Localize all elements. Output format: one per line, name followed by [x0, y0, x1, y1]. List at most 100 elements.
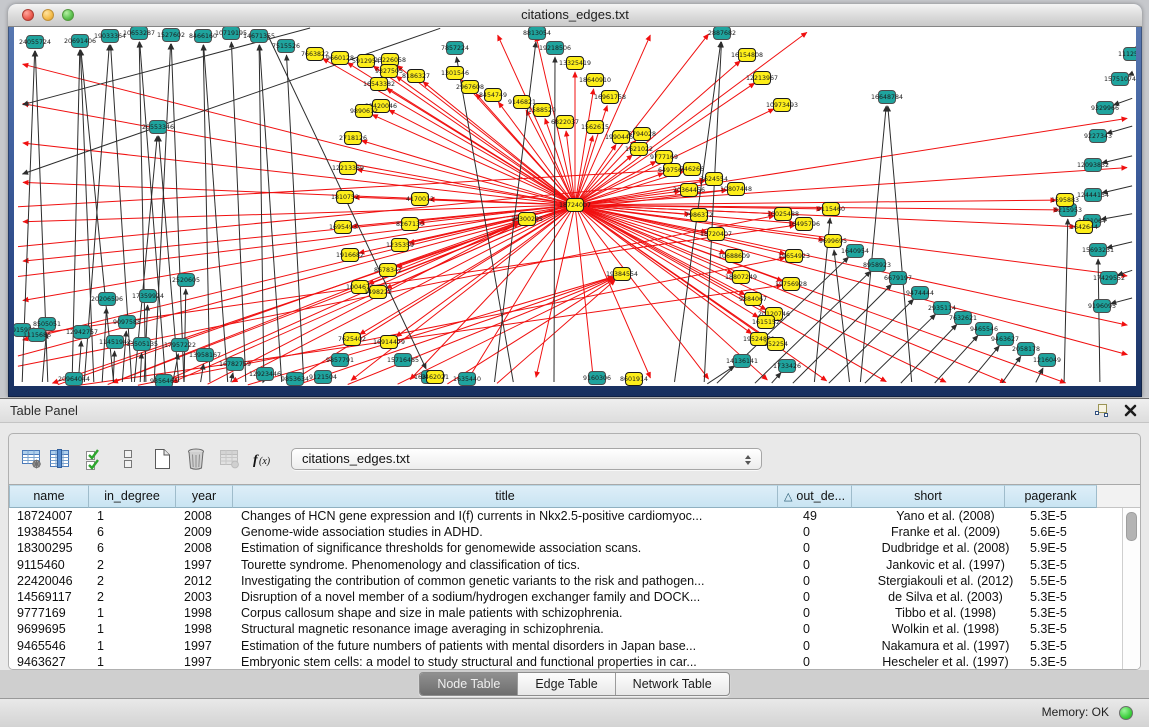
graph-node-label: 19033364	[94, 33, 126, 40]
table-cell: 5.3E-5	[1022, 589, 1114, 605]
graph-node-label: 8454749	[479, 92, 507, 99]
table-cell: Nakamura et al. (1997)	[869, 638, 1022, 654]
graph-edge	[1002, 356, 1021, 382]
graph-node-label: 16495796	[788, 221, 820, 228]
graph-edge	[1064, 219, 1068, 382]
graph-node-label: 9890612	[350, 108, 378, 115]
table-selector-dropdown[interactable]: citations_edges.txt	[291, 448, 762, 470]
table-scrollbar[interactable]	[1122, 508, 1140, 669]
table-row[interactable]: 946362711997Embryonic stem cells: a mode…	[9, 654, 1140, 669]
close-window-icon[interactable]	[22, 9, 34, 21]
table-cell: 49	[795, 508, 869, 524]
table-row[interactable]: 2242004622012Investigating the contribut…	[9, 573, 1140, 589]
graph-node-label: 1810752	[331, 194, 359, 201]
table-cell: Corpus callosum shape and size in male p…	[233, 605, 795, 621]
table-cell: 9115460	[9, 557, 89, 573]
table-cell: 5.9E-5	[1022, 540, 1114, 556]
graph-node-label: 1733426	[773, 363, 801, 370]
table-cell: 5.3E-5	[1022, 638, 1114, 654]
table-cell: Embryonic stem cells: a model to study s…	[233, 654, 795, 669]
table-cell: 1	[89, 654, 176, 669]
table-selector-value: citations_edges.txt	[302, 451, 410, 466]
tab-network-table[interactable]: Network Table	[616, 673, 729, 695]
table-cell: 1	[89, 508, 176, 524]
new-column-icon[interactable]	[149, 446, 175, 472]
graph-node-label: 9097588	[113, 319, 141, 326]
graph-edge	[536, 209, 574, 377]
table-cell: 9463627	[9, 654, 89, 669]
table-row[interactable]: 969969511998Structural magnetic resonanc…	[9, 621, 1140, 637]
graph-node-label: 1916682	[336, 252, 364, 259]
table-cell: 9465546	[9, 638, 89, 654]
graph-node-label: 1635440	[453, 376, 481, 383]
function-builder-icon[interactable]: f (x)	[251, 446, 277, 472]
graph-node-label: 6794028	[628, 131, 656, 138]
graph-node-label: 2718126	[339, 135, 367, 142]
desktop-background: citations_edges.txt 24055724206914061903…	[0, 0, 1149, 397]
table-row[interactable]: 977716911998Corpus callosum shape and si…	[9, 605, 1140, 621]
graph-node-label: 9146821	[508, 99, 536, 106]
column-header-in-degree[interactable]: in_degree	[89, 485, 176, 508]
minimize-window-icon[interactable]	[42, 9, 54, 21]
table-row[interactable]: 1830029562008Estimation of significance …	[9, 540, 1140, 556]
table-cell: 2009	[176, 524, 233, 540]
table-cell: 5.3E-5	[1022, 654, 1114, 669]
graph-node-label: 9777169	[650, 154, 678, 161]
column-header-out-de-[interactable]: △out_de...	[778, 485, 852, 508]
column-header-pagerank[interactable]: pagerank	[1005, 485, 1097, 508]
table-options-icon[interactable]	[19, 446, 45, 472]
graph-node-label: 2967608	[456, 84, 484, 91]
header-filler	[1097, 485, 1123, 508]
column-header-year[interactable]: year	[176, 485, 233, 508]
graph-node-label: 10688609	[718, 253, 750, 260]
graph-node-label: 9356465	[150, 378, 178, 385]
show-columns-icon[interactable]	[47, 446, 73, 472]
svg-text:(x): (x)	[259, 456, 271, 467]
graph-edge	[171, 44, 184, 382]
table-row[interactable]: 911546021997Tourette syndrome. Phenomeno…	[9, 557, 1140, 573]
memory-ok-icon[interactable]	[1119, 706, 1133, 720]
graph-node-label: 20691406	[64, 38, 96, 45]
table-cell: 1997	[176, 557, 233, 573]
zoom-window-icon[interactable]	[62, 9, 74, 21]
table-cell: 2008	[176, 508, 233, 524]
graph-node-label: 9329966	[1091, 105, 1119, 112]
window-titlebar[interactable]: citations_edges.txt	[8, 4, 1142, 27]
tab-node-table[interactable]: Node Table	[420, 673, 518, 695]
table-cell: 1997	[176, 638, 233, 654]
network-svg: 2405572420691406190333641065328715276028…	[14, 27, 1136, 386]
column-header-name[interactable]: name	[9, 485, 89, 508]
table-panel-inner: f (x) citations_edges.txt namein_degreey…	[8, 433, 1141, 670]
delete-column-icon[interactable]	[183, 446, 209, 472]
graph-node-label: 1642644	[1070, 224, 1098, 231]
graph-node-label: 1621022	[625, 146, 653, 153]
close-panel-icon[interactable]	[1122, 402, 1139, 419]
table-panel-header: Table Panel	[0, 398, 1149, 423]
network-canvas[interactable]: 2405572420691406190333641065328715276028…	[14, 27, 1136, 386]
graph-node-label: 8958923	[863, 262, 891, 269]
select-rows-icon[interactable]	[81, 446, 107, 472]
table-cell: 1998	[176, 605, 233, 621]
column-header-short[interactable]: short	[852, 485, 1005, 508]
graph-node-label: 1615152	[752, 319, 780, 326]
float-panel-icon[interactable]	[1093, 402, 1110, 419]
column-header-title[interactable]: title	[233, 485, 778, 508]
graph-node-label: 252254	[764, 341, 788, 348]
table-cell: 5.3E-5	[1022, 605, 1114, 621]
graph-node-label: 7632621	[949, 315, 977, 322]
table-row[interactable]: 1456911722003Disruption of a novel membe…	[9, 589, 1140, 605]
table-row[interactable]: 946554611997Estimation of the future num…	[9, 638, 1140, 654]
table-row[interactable]: 1872400712008Changes of HCN gene express…	[9, 508, 1140, 524]
table-scrollbar-thumb[interactable]	[1126, 512, 1137, 541]
graph-node-label: 1562615	[581, 124, 609, 131]
graph-node-label: 8466160	[189, 33, 217, 40]
table-row[interactable]: 1938455462009Genome-wide association stu…	[9, 524, 1140, 540]
tab-edge-table[interactable]: Edge Table	[518, 673, 615, 695]
graph-node-label: 9227343	[1084, 133, 1112, 140]
graph-edge	[231, 42, 245, 382]
graph-node-label: 12942757	[66, 329, 98, 336]
row-height-icon[interactable]	[115, 446, 141, 472]
import-table-icon[interactable]	[217, 446, 243, 472]
table-cell: 0	[795, 605, 869, 621]
graph-edge	[231, 373, 233, 382]
